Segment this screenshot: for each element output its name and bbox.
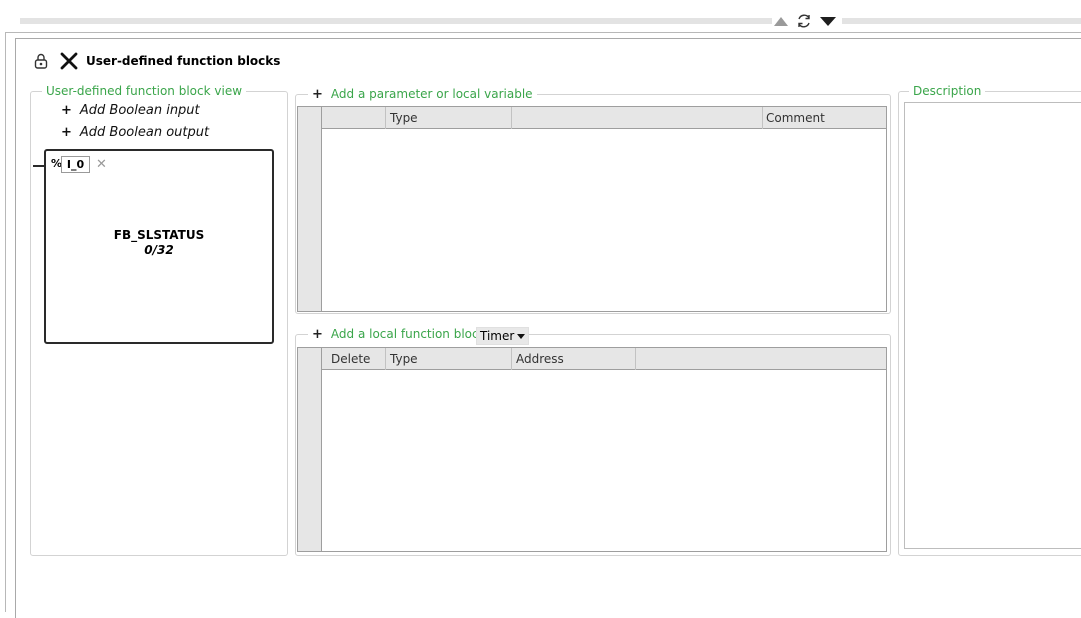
row-header-column <box>298 107 322 311</box>
add-local-fb-label: Add a local function block <box>330 327 486 341</box>
description-textarea[interactable] <box>904 102 1081 549</box>
add-local-fb-button[interactable]: + Add a local function block <box>308 327 490 342</box>
splitter-controls <box>774 12 836 30</box>
chevron-down-icon <box>517 333 526 339</box>
params-table[interactable]: Type Comment <box>297 106 887 312</box>
add-parameter-label: Add a parameter or local variable <box>330 87 533 101</box>
column-header-comment[interactable]: Comment <box>766 111 825 125</box>
local-fb-table[interactable]: Delete Type Address <box>297 347 887 552</box>
column-header-type[interactable]: Type <box>390 352 418 366</box>
column-separator[interactable] <box>762 107 763 129</box>
row-header-column <box>298 348 322 551</box>
add-boolean-output-button[interactable]: + Add Boolean output <box>61 125 209 140</box>
lock-icon[interactable] <box>33 53 49 70</box>
add-parameter-button[interactable]: + Add a parameter or local variable <box>308 87 537 102</box>
fb-view-legend: User-defined function block view <box>42 84 247 98</box>
page-title: User-defined function blocks <box>86 54 281 68</box>
column-separator[interactable] <box>511 348 512 370</box>
fb-type-selected: Timer <box>480 329 515 343</box>
params-table-header: Type Comment <box>298 107 886 129</box>
description-legend: Description <box>909 84 986 98</box>
column-separator[interactable] <box>635 348 636 370</box>
column-separator[interactable] <box>511 107 512 129</box>
plus-icon: + <box>61 103 72 118</box>
add-boolean-output-label: Add Boolean output <box>79 125 210 140</box>
remove-pin-icon[interactable]: ✕ <box>96 157 107 172</box>
collapse-up-icon[interactable] <box>774 16 788 26</box>
splitter-line-right[interactable] <box>842 18 1081 24</box>
refresh-icon[interactable] <box>796 13 812 29</box>
plus-icon: + <box>312 87 323 102</box>
function-block-name: FB_SLSTATUS <box>113 228 205 242</box>
plus-icon: + <box>61 125 72 140</box>
column-separator[interactable] <box>385 107 386 129</box>
splitter-line-left[interactable] <box>20 18 772 24</box>
input-pin-line <box>33 165 45 167</box>
local-fb-table-header: Delete Type Address <box>298 348 886 370</box>
column-header-type[interactable]: Type <box>390 111 418 125</box>
input-pin-name-field[interactable]: I_0 <box>61 156 90 173</box>
column-header-delete[interactable]: Delete <box>331 352 370 366</box>
plus-icon: + <box>312 327 323 342</box>
expand-down-icon[interactable] <box>820 16 836 26</box>
column-header-address[interactable]: Address <box>516 352 564 366</box>
function-block-count: 0/32 <box>144 243 174 257</box>
fb-type-dropdown[interactable]: Timer <box>476 327 530 345</box>
close-icon[interactable] <box>60 52 78 70</box>
column-separator[interactable] <box>385 348 386 370</box>
add-boolean-input-label: Add Boolean input <box>79 103 200 118</box>
add-boolean-input-button[interactable]: + Add Boolean input <box>61 103 200 118</box>
